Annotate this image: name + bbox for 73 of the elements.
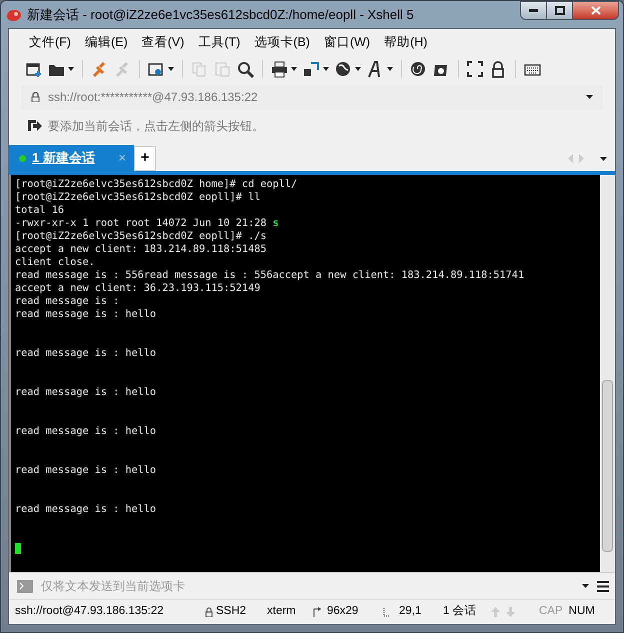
new-tab-button[interactable]: + bbox=[134, 146, 156, 171]
minimize-icon bbox=[529, 9, 538, 12]
terminal-size-label: 96x29 bbox=[327, 604, 358, 620]
terminal-line: read message is : hello bbox=[15, 503, 158, 516]
terminal-line: [root@iZ2ze6elvc35es612sbcd0Z eopll]# ./s bbox=[15, 230, 268, 243]
terminal-line: accept a new client: 36.23.193.115:52149 bbox=[15, 282, 262, 295]
menu-item[interactable]: 选项卡(B) bbox=[254, 32, 310, 52]
menu-item[interactable]: 帮助(H) bbox=[384, 32, 428, 52]
lock-icon bbox=[31, 92, 40, 102]
caret-icon[interactable] bbox=[291, 67, 297, 71]
terminal-line: read message is : bbox=[15, 295, 120, 308]
protocol-label: SSH2 bbox=[216, 604, 246, 620]
terminal-line: accept a new client: 183.214.89.118:51485 bbox=[15, 243, 268, 256]
printer-icon[interactable] bbox=[271, 60, 288, 78]
dropdown-caret-icon[interactable] bbox=[586, 95, 593, 99]
caps-lock-indicator: CAP bbox=[539, 604, 563, 620]
tab-menu-caret-icon[interactable] bbox=[600, 156, 607, 160]
caret-icon[interactable] bbox=[387, 67, 393, 71]
terminal-line: read message is : hello bbox=[15, 425, 158, 438]
terminal-line: total 16 bbox=[15, 204, 66, 217]
transfer-icon[interactable] bbox=[303, 60, 320, 78]
terminal-line: [root@iZ2ze6elvc35es612sbcd0Z home]# cd eopll/ bbox=[15, 178, 298, 191]
connect-plug-icon[interactable] bbox=[91, 60, 108, 78]
terminal-line: -rwxr-xr-x 1 root root 14072 Jun 10 21:28 s bbox=[15, 217, 280, 230]
menu-icon[interactable] bbox=[597, 580, 609, 592]
caret-icon[interactable] bbox=[355, 67, 361, 71]
window-title: 新建会话 - root@iZ2ze6e1vc35es612sbcd0Z:/home/eopll - Xshell 5 bbox=[27, 6, 414, 24]
cursor-position-label: 29,1 bbox=[399, 604, 422, 620]
lock-icon bbox=[205, 607, 213, 617]
search-icon[interactable] bbox=[237, 60, 254, 78]
terminal-line: read message is : 556read message is : 556accept a new client: 183.214.89.118:51741 bbox=[15, 269, 526, 282]
dropdown-caret-icon[interactable] bbox=[582, 584, 589, 588]
menu-item[interactable]: 窗口(W) bbox=[324, 32, 370, 52]
compose-input-field[interactable]: 仅将文本发送到当前选项卡 bbox=[41, 577, 574, 595]
terminal-line: read message is : hello bbox=[15, 347, 158, 360]
num-lock-indicator: NUM bbox=[568, 604, 595, 620]
resize-icon bbox=[313, 607, 321, 617]
terminal-line: [root@iZ2ze6elvc35es612sbcd0Z eopll]# ll bbox=[15, 191, 262, 204]
close-icon bbox=[590, 6, 600, 15]
terminal-line: client close. bbox=[15, 256, 96, 269]
maximize-icon bbox=[554, 6, 564, 15]
address-field[interactable]: ssh://root:***********@47.93.186.135:22 bbox=[21, 85, 603, 109]
terminal-cursor bbox=[15, 543, 21, 554]
minimize-button[interactable] bbox=[520, 1, 547, 20]
cursor-position-icon bbox=[383, 607, 391, 617]
terminal-icon bbox=[17, 580, 33, 592]
tab-label: 1 新建会话 bbox=[32, 149, 95, 168]
lock-icon[interactable] bbox=[490, 60, 507, 78]
scrollbar[interactable] bbox=[600, 175, 615, 572]
globe-icon[interactable] bbox=[335, 60, 352, 78]
connection-address: ssh://root@47.93.186.135:22 bbox=[15, 604, 165, 620]
settings-icon[interactable] bbox=[148, 60, 165, 78]
terminal-type-label: xterm bbox=[267, 604, 297, 620]
maximize-button[interactable] bbox=[547, 1, 573, 20]
terminal-line: read message is : hello bbox=[15, 386, 158, 399]
menu-item[interactable]: 查看(V) bbox=[142, 32, 184, 52]
menu-item[interactable]: 工具(T) bbox=[198, 32, 240, 52]
menu-item[interactable]: 编辑(E) bbox=[84, 32, 128, 52]
add-session-arrow-icon[interactable] bbox=[27, 119, 42, 133]
close-button[interactable] bbox=[573, 1, 619, 20]
new-window-icon[interactable] bbox=[25, 60, 42, 78]
caret-icon[interactable] bbox=[323, 67, 329, 71]
session-count-label: 1 会话 bbox=[443, 604, 478, 620]
caret-icon[interactable] bbox=[68, 67, 74, 71]
menu-item[interactable]: 文件(F) bbox=[29, 32, 71, 52]
caret-icon[interactable] bbox=[168, 67, 174, 71]
terminal-line: read message is : hello bbox=[15, 464, 158, 477]
terminal-line: read message is : hello bbox=[15, 308, 158, 321]
hint-text: 要添加当前会话，点击左侧的箭头按钮。 bbox=[48, 118, 264, 135]
swirl-icon[interactable] bbox=[410, 60, 427, 78]
address-text: ssh://root:***********@47.93.186.135:22 bbox=[48, 89, 259, 106]
fullscreen-icon[interactable] bbox=[467, 60, 484, 78]
session-tab[interactable]: 1 新建会话 × bbox=[9, 145, 134, 171]
